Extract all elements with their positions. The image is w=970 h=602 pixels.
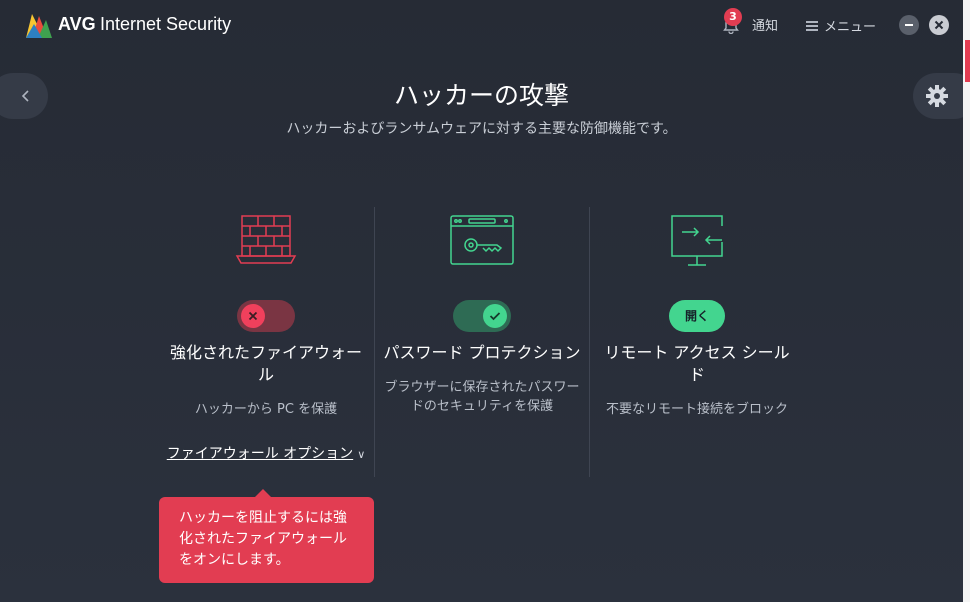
bell-icon: 3: [722, 8, 742, 35]
firewall-options-link[interactable]: ファイアウォール オプション ∨: [166, 443, 366, 466]
checkmark-icon: [489, 312, 501, 321]
open-button[interactable]: 開く: [669, 300, 725, 332]
app-window: AVG Internet Security 3 通知 メニュー ハッカーの攻撃 …: [0, 0, 963, 602]
divider: [374, 207, 375, 477]
avg-logo-icon: [26, 14, 52, 38]
desktop-background: [963, 0, 970, 602]
page-subtitle: ハッカーおよびランサムウェアに対する主要な防御機能です。: [286, 121, 677, 137]
menu-button[interactable]: メニュー: [806, 16, 876, 35]
desktop-element: [965, 40, 970, 82]
hamburger-icon: [806, 20, 818, 31]
close-icon: [934, 20, 944, 30]
x-icon: [248, 311, 258, 321]
minimize-button[interactable]: [899, 15, 919, 35]
remote-access-icon: [671, 215, 723, 266]
toggle-knob: [241, 304, 265, 328]
product-name: Internet Security: [100, 14, 232, 34]
feature-password-protection: パスワード プロテクション ブラウザーに保存されたパスワードのセキュリティを保護: [382, 212, 582, 416]
page-title: ハッカーの攻撃: [393, 81, 569, 110]
minimize-icon: [905, 24, 913, 26]
title-bar: AVG Internet Security 3 通知 メニュー: [0, 0, 963, 50]
feature-description: ハッカーから PC を保護: [194, 402, 338, 417]
close-button[interactable]: [929, 15, 949, 35]
notifications-button[interactable]: 3 通知: [722, 8, 779, 35]
firewall-tooltip: ハッカーを阻止するには強化されたファイアウォールをオンにします。: [159, 489, 374, 583]
feature-remote-access-shield: 開く リモート アクセス シールド 不要なリモート接続をブロック: [597, 212, 797, 419]
password-key-icon: [450, 215, 514, 265]
feature-description: 不要なリモート接続をブロック: [605, 402, 788, 417]
feature-name: パスワード プロテクション: [383, 343, 581, 362]
divider: [589, 207, 590, 477]
password-protection-toggle[interactable]: [453, 300, 511, 332]
toggle-knob: [483, 304, 507, 328]
firewall-options-label: ファイアウォール オプション: [166, 446, 354, 462]
feature-name: リモート アクセス シールド: [604, 343, 790, 384]
feature-description: ブラウザーに保存されたパスワードのセキュリティを保護: [384, 380, 580, 414]
chevron-down-icon: ∨: [357, 448, 366, 461]
firewall-toggle[interactable]: [237, 300, 295, 332]
feature-firewall: 強化されたファイアウォール ハッカーから PC を保護 ファイアウォール オプシ…: [166, 212, 366, 466]
notification-badge: 3: [724, 8, 742, 26]
feature-name: 強化されたファイアウォール: [169, 343, 362, 384]
firewall-icon: [235, 215, 297, 264]
menu-label: メニュー: [824, 20, 877, 35]
brand-name: AVG: [58, 14, 96, 34]
notifications-label: 通知: [752, 18, 779, 34]
